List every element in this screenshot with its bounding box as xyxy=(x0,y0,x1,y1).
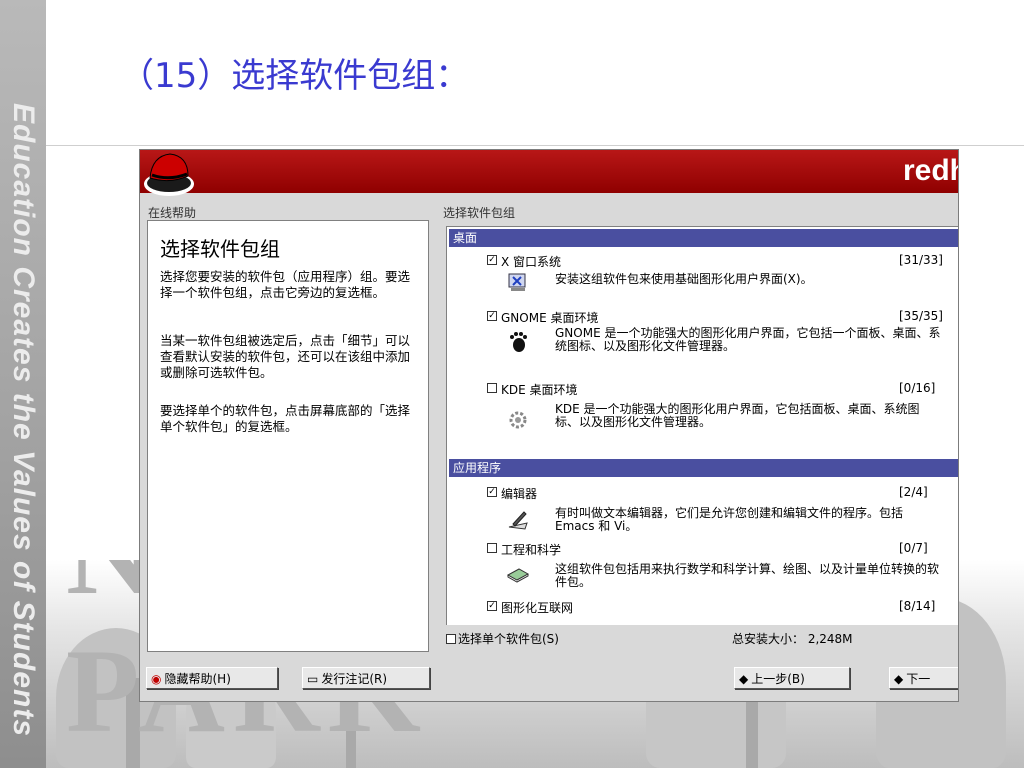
group-count: [8/14] xyxy=(899,599,936,613)
total-install-size: 总安装大小： 2,248M xyxy=(732,632,853,646)
group-row-kde[interactable]: KDE 桌面环境 [0/16] xyxy=(487,381,957,397)
select-individual-packages[interactable]: 选择单个软件包(S) xyxy=(446,630,559,647)
redhat-logo-icon xyxy=(144,153,194,196)
help-paragraph: 当某一软件包组被选定后，点击「细节」可以查看默认安装的软件包，还可以在该组中添加… xyxy=(160,333,411,380)
individual-packages-checkbox[interactable] xyxy=(446,634,456,644)
group-row-graphical-internet[interactable]: ✓ 图形化互联网 [8/14] 细 xyxy=(487,599,957,615)
x-window-icon xyxy=(508,273,526,291)
arrow-left-icon: ◆ xyxy=(739,672,749,686)
individual-packages-label: 选择单个软件包(S) xyxy=(458,632,559,646)
help-paragraph: 要选择单个的软件包，点击屏幕底部的「选择单个软件包」的复选框。 xyxy=(160,403,411,434)
redhat-banner: redh xyxy=(140,150,958,196)
package-group-list: 桌面 ✓ X 窗口系统 [31/33] 细 安装这组软件包来使用基础图形化用户界… xyxy=(446,226,958,625)
group-checkbox[interactable]: ✓ xyxy=(487,311,497,321)
group-name: X 窗口系统 xyxy=(501,255,562,269)
lifebuoy-icon: ◉ xyxy=(151,672,162,686)
brand-text: redh xyxy=(902,154,958,187)
group-name: 工程和科学 xyxy=(501,543,562,557)
group-count: [0/16] xyxy=(899,381,936,395)
group-checkbox[interactable]: ✓ xyxy=(487,601,497,611)
help-heading: 选择软件包组 xyxy=(160,237,280,261)
document-icon: ▭ xyxy=(307,672,319,686)
group-name: GNOME 桌面环境 xyxy=(501,311,599,325)
arrow-right-icon: ◆ xyxy=(894,672,904,686)
editor-pen-icon xyxy=(508,511,528,530)
back-label: 上一步(B) xyxy=(751,672,805,686)
group-name: 编辑器 xyxy=(501,487,538,501)
gnome-foot-icon xyxy=(510,332,527,352)
next-label: 下一 xyxy=(906,672,931,686)
group-count: [35/35] xyxy=(899,309,943,323)
category-header-desktop: 桌面 xyxy=(449,229,958,247)
group-row-engineering[interactable]: 工程和科学 [0/7] xyxy=(487,541,957,557)
help-paragraph: 选择您要安装的软件包（应用程序）组。要选择一个软件包组，点击它旁边的复选框。 xyxy=(160,269,411,300)
back-button[interactable]: ◆ 上一步(B) xyxy=(734,667,850,689)
group-count: [0/7] xyxy=(899,541,928,555)
group-description: 安装这组软件包来使用基础图形化用户界面(X)。 xyxy=(555,272,813,286)
category-header-applications: 应用程序 xyxy=(449,459,958,477)
next-button[interactable]: ◆ 下一 xyxy=(889,667,958,689)
side-slogan: Education Creates the Values of Students xyxy=(7,102,40,738)
slide-title: （15）选择软件包组： xyxy=(120,56,470,96)
group-checkbox[interactable]: ✓ xyxy=(487,487,497,497)
group-description: GNOME 是一个功能强大的图形化用户界面，它包括一个面板、桌面、系统图标、以及… xyxy=(555,326,941,353)
kde-gear-icon xyxy=(509,411,527,429)
group-checkbox[interactable]: ✓ xyxy=(487,255,497,265)
installer-window: redh 在线帮助 选择软件包组 选择您要安装的软件包（应用程序）组。要选择一个… xyxy=(139,149,959,702)
hide-help-label: 隐藏帮助(H) xyxy=(164,672,231,686)
help-section-label: 在线帮助 xyxy=(148,206,197,220)
group-row-gnome[interactable]: ✓ GNOME 桌面环境 [35/35] 细 xyxy=(487,309,957,325)
release-notes-button[interactable]: ▭ 发行注记(R) xyxy=(302,667,430,689)
group-count: [2/4] xyxy=(899,485,928,499)
group-checkbox[interactable] xyxy=(487,383,497,393)
hide-help-button[interactable]: ◉ 隐藏帮助(H) xyxy=(146,667,278,689)
calculator-icon xyxy=(507,568,529,583)
group-description: 这组软件包包括用来执行数学和科学计算、绘图、以及计量单位转换的软件包。 xyxy=(555,562,940,589)
release-notes-label: 发行注记(R) xyxy=(321,672,388,686)
groups-section-label: 选择软件包组 xyxy=(443,206,516,220)
side-band: Education Creates the Values of Students xyxy=(0,0,46,768)
group-name: 图形化互联网 xyxy=(501,601,574,615)
group-description: KDE 是一个功能强大的图形化用户界面，它包括面板、桌面、系统图标、以及图形化文… xyxy=(555,402,920,429)
group-name: KDE 桌面环境 xyxy=(501,383,578,397)
group-description: 有时叫做文本编辑器，它们是允许您创建和编辑文件的程序。包括 Emacs 和 Vi… xyxy=(555,506,904,533)
group-count: [31/33] xyxy=(899,253,943,267)
help-panel: 选择软件包组 选择您要安装的软件包（应用程序）组。要选择一个软件包组，点击它旁边… xyxy=(147,220,429,652)
group-row-editors[interactable]: ✓ 编辑器 [2/4] 细 xyxy=(487,485,957,501)
header-divider xyxy=(46,145,1024,146)
group-row-x-window[interactable]: ✓ X 窗口系统 [31/33] 细 xyxy=(487,253,957,269)
group-checkbox[interactable] xyxy=(487,543,497,553)
